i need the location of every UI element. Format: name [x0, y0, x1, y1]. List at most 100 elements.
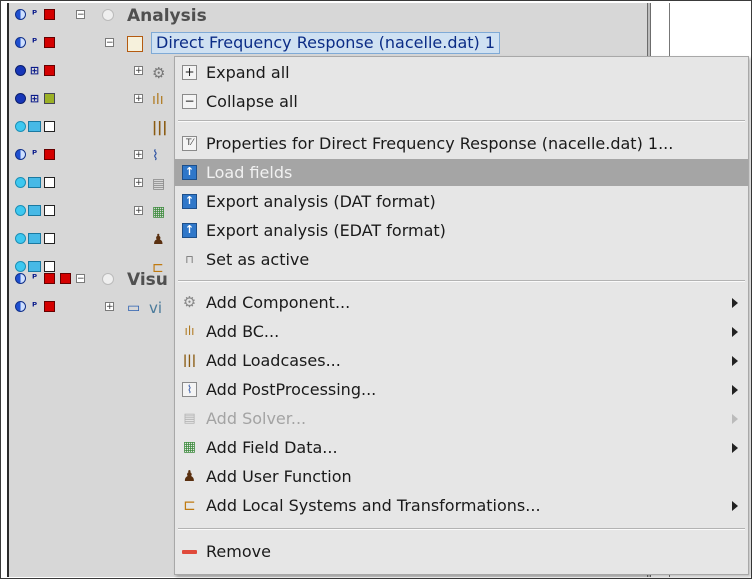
collapse-icon[interactable]: − [105, 38, 114, 48]
menu-item-label: Add BC... [206, 322, 280, 341]
tree-row-direct-frequency-response[interactable]: ᴾ − Direct Frequency Response (nacelle.d… [9, 31, 649, 57]
menu-item-expand-all[interactable]: + Expand all [175, 59, 748, 86]
loadcase-icon: ||| [182, 353, 197, 367]
collapse-icon[interactable]: − [76, 10, 85, 20]
menu-item-label: Add Solver... [206, 409, 307, 428]
upload-icon: ↑ [182, 194, 197, 209]
properties-icon: T⁄ [182, 136, 197, 151]
menu-item-add-loadcases[interactable]: ||| Add Loadcases... [175, 347, 748, 374]
cyan-circle-icon [15, 205, 26, 216]
menu-separator [178, 120, 745, 122]
row-status-icons: ᴾ [15, 37, 71, 51]
circle-icon [102, 273, 114, 285]
menu-separator [178, 280, 745, 282]
menu-item-label: Add PostProcessing... [206, 380, 377, 399]
menu-item-label: Add Field Data... [206, 438, 338, 457]
row-status-icons: ᴾ [15, 301, 71, 315]
menu-item-label: Export analysis (EDAT format) [206, 221, 446, 240]
upload-icon: ↑ [182, 223, 197, 238]
submenu-arrow-icon [732, 501, 738, 511]
submenu-arrow-icon [732, 385, 738, 395]
view-label: vi [149, 299, 163, 317]
flag-icon: ᴾ [31, 300, 38, 313]
menu-item-label: Load fields [206, 163, 293, 182]
menu-item-add-postprocessing[interactable]: ⌇ Add PostProcessing... [175, 376, 748, 403]
expand-icon[interactable]: + [134, 150, 143, 160]
expand-icon[interactable]: + [134, 178, 143, 188]
plus-box-icon: + [182, 65, 197, 80]
menu-item-add-bc[interactable]: ılı Add BC... [175, 318, 748, 345]
empty-square-icon [44, 233, 55, 244]
submenu-arrow-icon [732, 356, 738, 366]
menu-item-remove[interactable]: Remove [175, 538, 748, 565]
menu-item-label: Add Component... [206, 293, 351, 312]
half-blue-circle-icon [15, 149, 26, 160]
cyan-circle-icon [15, 121, 26, 132]
menu-item-label: Add Local Systems and Transformations... [206, 496, 541, 515]
cyan-square-icon [28, 233, 41, 244]
menu-item-export-dat[interactable]: ↑ Export analysis (DAT format) [175, 188, 748, 215]
context-menu: + Expand all − Collapse all T⁄ Propertie… [174, 56, 749, 575]
red-square-icon [44, 37, 55, 48]
local-systems-icon: ⊏ [183, 496, 196, 514]
red-square-icon [44, 65, 55, 76]
menu-item-set-active[interactable]: ⊓ Set as active [175, 246, 748, 273]
flag-icon: ᴾ [31, 272, 38, 285]
grid-icon: ⊞ [29, 64, 40, 77]
menu-item-add-solver: ▤ Add Solver... [175, 405, 748, 432]
row-status-icons: ᴾ [15, 9, 71, 23]
visu-label: Visu [127, 270, 168, 290]
expand-icon[interactable]: + [134, 94, 143, 104]
user-icon: ♟ [152, 232, 165, 248]
menu-item-export-edat[interactable]: ↑ Export analysis (EDAT format) [175, 217, 748, 244]
menu-item-add-user-function[interactable]: ♟ Add User Function [175, 463, 748, 490]
pin-icon: ⊓ [185, 253, 194, 266]
tree-row-analysis[interactable]: ᴾ − Analysis [9, 3, 649, 29]
cyan-square-icon [28, 205, 41, 216]
circle-icon [102, 9, 114, 21]
gear-icon: ⚙ [152, 64, 166, 82]
half-blue-circle-icon [15, 273, 26, 284]
upload-icon: ↑ [182, 165, 197, 180]
bc-icon: ılı [152, 92, 164, 108]
red-square-icon [44, 9, 55, 20]
cyan-square-icon [28, 121, 41, 132]
expand-icon[interactable]: + [134, 206, 143, 216]
submenu-arrow-icon [732, 327, 738, 337]
menu-item-label: Export analysis (DAT format) [206, 192, 436, 211]
red-square-icon [60, 273, 71, 284]
collapse-icon[interactable]: − [76, 274, 85, 284]
minus-box-icon: − [182, 94, 197, 109]
expand-icon[interactable]: + [134, 66, 143, 76]
postprocessing-icon: ⌇ [182, 382, 197, 397]
flag-icon: ᴾ [31, 148, 38, 161]
empty-square-icon [44, 121, 55, 132]
menu-item-label: Set as active [206, 250, 310, 269]
menu-item-add-field-data[interactable]: ▦ Add Field Data... [175, 434, 748, 461]
loadcase-icon: ||| [152, 120, 168, 136]
row-status-icons [15, 121, 71, 135]
flag-icon: ᴾ [31, 36, 38, 49]
window-frame: ᴾ − Analysis ᴾ − Direct Frequency Respon… [0, 0, 752, 579]
selected-tree-item-label[interactable]: Direct Frequency Response (nacelle.dat) … [151, 32, 501, 54]
row-status-icons: ᴾ [15, 273, 71, 287]
menu-item-properties[interactable]: T⁄ Properties for Direct Frequency Respo… [175, 130, 748, 157]
menu-item-load-fields[interactable]: ↑ Load fields [175, 159, 748, 186]
menu-item-add-component[interactable]: ⚙ Add Component... [175, 289, 748, 316]
submenu-arrow-icon [732, 443, 738, 453]
menu-item-label: Add Loadcases... [206, 351, 341, 370]
menu-item-collapse-all[interactable]: − Collapse all [175, 88, 748, 115]
blue-circle-icon [15, 93, 26, 104]
solver-icon: ▤ [183, 411, 196, 426]
empty-square-icon [44, 205, 55, 216]
half-blue-circle-icon [15, 301, 26, 312]
menu-item-label: Remove [206, 542, 271, 561]
expand-icon[interactable]: + [105, 302, 114, 312]
green-square-icon [44, 93, 55, 104]
menu-item-add-local-systems[interactable]: ⊏ Add Local Systems and Transformations.… [175, 492, 748, 519]
half-blue-circle-icon [15, 37, 26, 48]
row-status-icons: ᴾ [15, 149, 71, 163]
user-icon: ♟ [182, 467, 197, 485]
red-square-icon [44, 301, 55, 312]
submenu-arrow-icon [732, 414, 738, 424]
